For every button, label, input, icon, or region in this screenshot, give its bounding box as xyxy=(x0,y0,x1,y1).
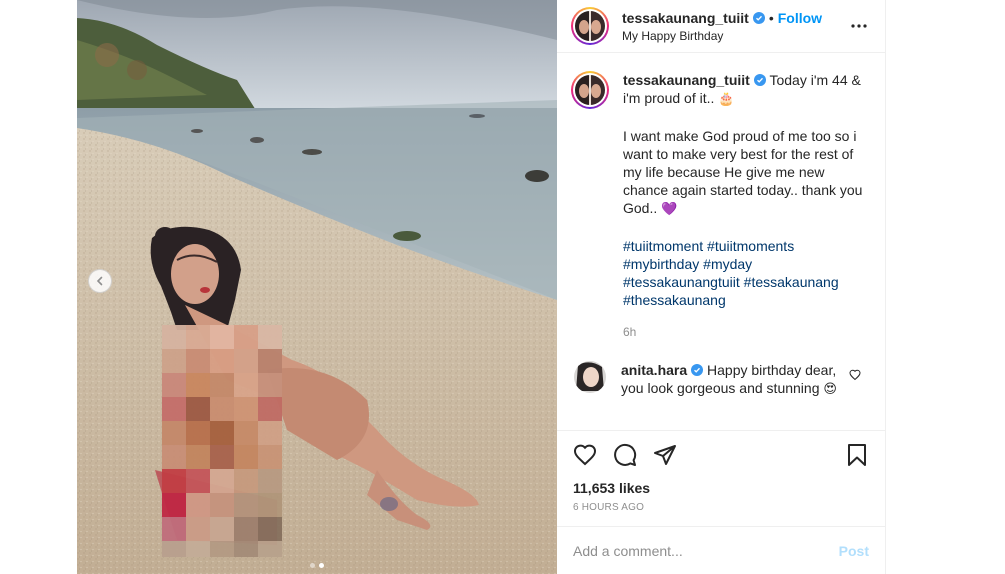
hashtag-link[interactable]: #tessakaunangtuiit xyxy=(623,274,740,290)
post-header: tessakaunang_tuiit • Follow My Happy Bir… xyxy=(557,0,885,53)
caption-username[interactable]: tessakaunang_tuiit xyxy=(623,72,750,88)
post-timestamp[interactable]: 6 HOURS AGO xyxy=(557,502,885,513)
hashtag-link[interactable]: #tuiitmoment xyxy=(623,238,703,254)
hashtag-link[interactable]: #tuiitmoments xyxy=(707,238,794,254)
carousel-prev-button[interactable] xyxy=(88,269,112,293)
like-button[interactable] xyxy=(573,435,613,475)
avatar-photo xyxy=(575,75,605,105)
post-location[interactable]: My Happy Birthday xyxy=(622,29,847,43)
hashtag-link[interactable]: #tessakaunang xyxy=(744,274,839,290)
separator-dot: • xyxy=(768,9,774,26)
caption-text: tessakaunang_tuiit Today i'm 44 & i'm pr… xyxy=(623,71,863,341)
hashtag-link[interactable]: #myday xyxy=(703,256,752,272)
like-comment-heart-icon[interactable] xyxy=(849,369,861,381)
post-comment-button[interactable]: Post xyxy=(839,543,869,559)
purple-heart-emoji-icon: 💜 xyxy=(661,202,678,217)
avatar-photo xyxy=(575,11,605,41)
paper-plane-icon xyxy=(654,445,676,465)
carousel-dot xyxy=(310,563,315,568)
more-options-button[interactable] xyxy=(847,14,871,38)
add-comment-input[interactable] xyxy=(573,542,839,559)
caption: tessakaunang_tuiit Today i'm 44 & i'm pr… xyxy=(571,71,869,341)
comment-bubble-icon xyxy=(614,443,637,466)
verified-badge-icon xyxy=(691,364,704,376)
verified-badge-icon xyxy=(752,11,765,24)
likes-count[interactable]: 11,653 likes xyxy=(557,479,885,501)
caption-paragraph: I want make God proud of me too so i wan… xyxy=(623,128,863,216)
carousel-indicator xyxy=(77,563,557,568)
heart-eyes-emoji-icon: 😍 xyxy=(823,382,837,397)
more-dots-icon xyxy=(851,24,867,28)
commenter-username[interactable]: anita.hara xyxy=(621,362,687,378)
comments-section[interactable]: tessakaunang_tuiit Today i'm 44 & i'm pr… xyxy=(557,53,885,431)
cake-emoji-icon: 🎂 xyxy=(718,92,735,107)
avatar-photo xyxy=(574,361,606,393)
hashtag-list: #tuiitmoment #tuiitmoments #mybirthday #… xyxy=(623,237,863,309)
pixelated-censor xyxy=(162,325,282,557)
post-photo[interactable] xyxy=(77,0,557,574)
share-button[interactable] xyxy=(653,435,693,475)
heart-icon xyxy=(573,444,597,466)
caption-avatar[interactable] xyxy=(571,71,609,109)
author-username[interactable]: tessakaunang_tuiit xyxy=(622,10,749,26)
hashtag-link[interactable]: #mybirthday xyxy=(623,256,699,272)
carousel-dot-active xyxy=(319,563,324,568)
hashtag-link[interactable]: #thessakaunang xyxy=(623,292,726,308)
caption-timestamp[interactable]: 6h xyxy=(623,323,863,341)
chevron-left-icon xyxy=(96,276,103,286)
add-comment-bar: Post xyxy=(557,526,885,574)
save-button[interactable] xyxy=(829,435,869,475)
post-actions-bar xyxy=(557,431,885,479)
follow-button[interactable]: Follow xyxy=(778,10,822,26)
post-details-panel: tessakaunang_tuiit • Follow My Happy Bir… xyxy=(557,0,886,574)
beach-photo xyxy=(77,0,557,574)
bookmark-icon xyxy=(848,444,866,466)
comment-button[interactable] xyxy=(613,435,653,475)
comment-text: anita.hara Happy birthday dear, you look… xyxy=(621,361,841,399)
author-avatar[interactable] xyxy=(571,7,609,45)
comment-item: anita.hara Happy birthday dear, you look… xyxy=(571,361,869,399)
commenter-avatar[interactable] xyxy=(574,361,606,393)
verified-badge-icon xyxy=(753,74,766,86)
